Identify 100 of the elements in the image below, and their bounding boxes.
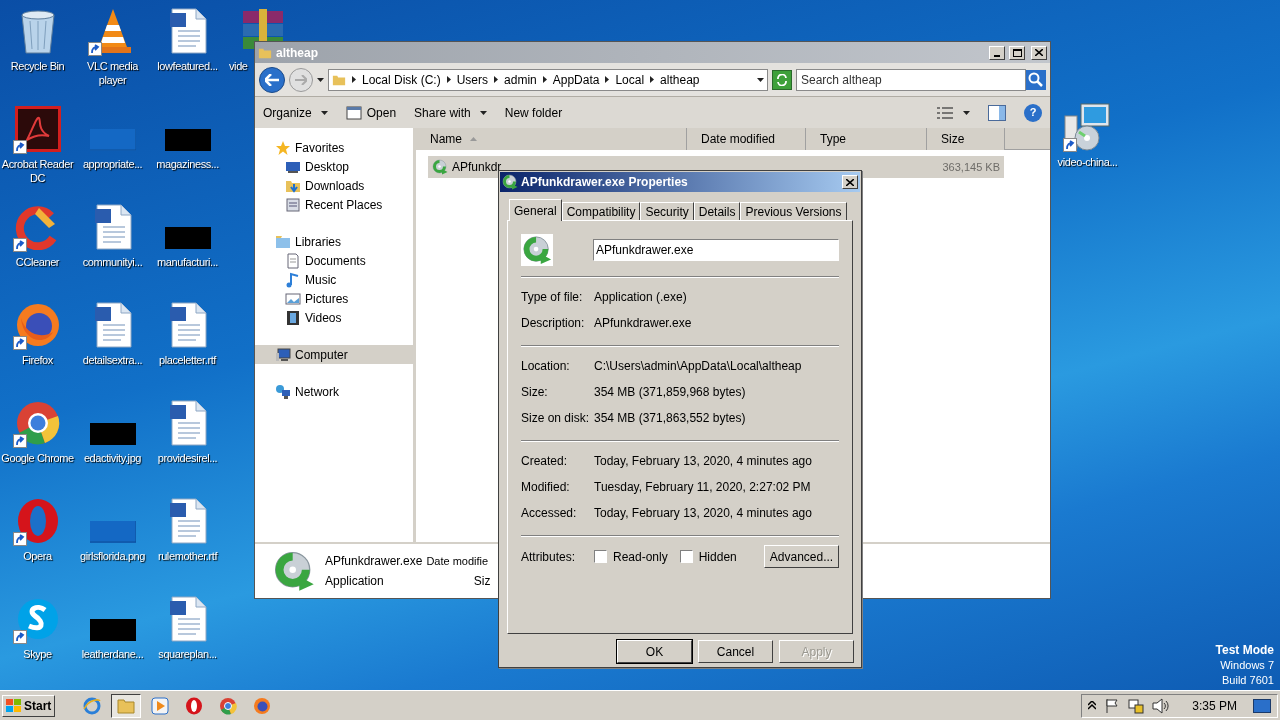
maximize-button[interactable] bbox=[1009, 45, 1025, 60]
document-icon[interactable] bbox=[167, 399, 208, 447]
watermark-text: Test Mode bbox=[1215, 643, 1274, 658]
toolbar-button[interactable]: Open bbox=[345, 103, 397, 122]
media-player-icon[interactable] bbox=[151, 696, 170, 715]
document-icon[interactable] bbox=[167, 7, 208, 55]
desktop-icon-label: appropriate... bbox=[82, 157, 143, 171]
opera-icon[interactable] bbox=[185, 696, 204, 715]
picture-icon bbox=[285, 290, 301, 307]
document-icon[interactable] bbox=[92, 301, 133, 349]
details-label: Date modifie bbox=[426, 554, 489, 569]
chrome-icon[interactable] bbox=[14, 400, 61, 446]
navigation-item[interactable]: Downloads bbox=[255, 176, 413, 195]
column-header[interactable]: Date modified bbox=[687, 128, 806, 150]
installer-icon[interactable] bbox=[1062, 102, 1113, 152]
view-options-button[interactable] bbox=[937, 106, 970, 119]
address-bar[interactable]: Local Disk (C:) Users admin AppData Local altheap bbox=[328, 68, 768, 91]
chevron-up-icon[interactable] bbox=[1088, 701, 1097, 710]
network-icon bbox=[275, 383, 291, 400]
column-header[interactable]: Type bbox=[806, 128, 927, 150]
desktop-icon-label: placeletter.rtf bbox=[159, 353, 216, 367]
navigation-item[interactable]: Pictures bbox=[255, 289, 413, 308]
chevron-icon bbox=[352, 76, 356, 83]
refresh-button[interactable] bbox=[772, 69, 792, 90]
tab[interactable]: Previous Versions bbox=[740, 202, 847, 220]
search-icon[interactable] bbox=[1026, 69, 1046, 90]
breadcrumb-item[interactable]: Local Disk (C:) bbox=[352, 70, 441, 89]
firefox-icon[interactable] bbox=[253, 696, 272, 715]
navigation-item[interactable]: Network bbox=[255, 382, 413, 401]
navigation-item[interactable]: Favorites bbox=[255, 138, 413, 157]
minimize-button[interactable] bbox=[989, 45, 1005, 60]
film-icon bbox=[285, 309, 301, 326]
document-icon[interactable] bbox=[167, 595, 208, 643]
taskbar-button[interactable] bbox=[111, 693, 142, 718]
tab[interactable]: General bbox=[509, 199, 562, 221]
show-desktop-icon[interactable] bbox=[1253, 698, 1271, 713]
navigation-item[interactable]: Documents bbox=[255, 251, 413, 270]
property-label: Modified: bbox=[521, 479, 571, 496]
property-value: Today, February 13, 2020, 4 minutes ago bbox=[594, 505, 812, 522]
star-icon bbox=[275, 139, 291, 156]
navigation-item[interactable]: Music bbox=[255, 270, 413, 289]
back-button[interactable] bbox=[259, 66, 285, 93]
toolbar-button[interactable]: Share with bbox=[414, 103, 487, 122]
disc-icon bbox=[522, 235, 552, 265]
desktop-icon-label: Opera bbox=[23, 549, 52, 563]
watermark-text: Windows 7 bbox=[1220, 658, 1274, 673]
firefox-icon[interactable] bbox=[14, 302, 61, 348]
computer-icon bbox=[275, 346, 291, 363]
close-button[interactable] bbox=[842, 175, 858, 189]
column-header[interactable]: Size bbox=[927, 128, 1005, 150]
browser-e-icon[interactable] bbox=[83, 696, 102, 715]
speaker-icon[interactable] bbox=[1152, 697, 1171, 714]
tab[interactable]: Compatibility bbox=[561, 202, 641, 220]
checkbox[interactable] bbox=[679, 550, 693, 563]
search-field[interactable]: Search altheap bbox=[796, 68, 1026, 91]
watermark-text: Build 7601 bbox=[1222, 673, 1274, 688]
dialog-button[interactable]: Cancel bbox=[698, 640, 773, 663]
tab[interactable]: Security bbox=[640, 202, 694, 220]
tab[interactable]: Details bbox=[693, 202, 741, 220]
breadcrumb-item[interactable]: Users bbox=[446, 70, 489, 89]
flag-icon[interactable] bbox=[1104, 697, 1121, 714]
desktop-icon-label: squareplan... bbox=[158, 647, 217, 661]
property-value: 354 MB (371,859,968 bytes) bbox=[594, 384, 746, 401]
close-button[interactable] bbox=[1031, 45, 1047, 60]
breadcrumb-item[interactable]: admin bbox=[494, 70, 537, 89]
caret-icon bbox=[479, 110, 487, 115]
preview-pane-icon[interactable] bbox=[988, 104, 1006, 121]
document-icon[interactable] bbox=[167, 301, 208, 349]
column-header[interactable]: Name bbox=[416, 128, 687, 150]
filename-field[interactable]: APfunkdrawer.exe bbox=[593, 239, 839, 261]
desktop-icon-label: Google Chrome bbox=[1, 451, 74, 465]
details-label: Siz bbox=[473, 573, 491, 590]
navigation-item[interactable]: Videos bbox=[255, 308, 413, 327]
breadcrumb-item[interactable]: AppData bbox=[542, 70, 600, 89]
navigation-item[interactable]: Recent Places bbox=[255, 195, 413, 214]
dialog-button[interactable]: OK bbox=[617, 640, 692, 663]
maximize-icon bbox=[1012, 48, 1022, 57]
shortcut-arrow-icon bbox=[12, 630, 27, 644]
help-button[interactable]: ? bbox=[1024, 103, 1042, 122]
property-value: Tuesday, February 11, 2020, 2:27:02 PM bbox=[594, 479, 811, 496]
document-icon[interactable] bbox=[92, 203, 133, 251]
navigation-item[interactable]: Desktop bbox=[255, 157, 413, 176]
chrome-icon[interactable] bbox=[219, 696, 238, 715]
document-icon[interactable] bbox=[167, 497, 208, 545]
navigation-item[interactable]: Libraries bbox=[255, 232, 413, 251]
advanced-button[interactable]: Advanced... bbox=[764, 545, 839, 568]
navigation-item[interactable]: Computer bbox=[255, 345, 413, 364]
toolbar-button[interactable]: New folder bbox=[504, 103, 563, 122]
property-value: Today, February 13, 2020, 4 minutes ago bbox=[594, 453, 812, 470]
windows-logo-icon bbox=[6, 698, 22, 713]
toolbar-button[interactable]: Organize bbox=[263, 103, 328, 122]
details-file-type: Application bbox=[325, 573, 384, 590]
breadcrumb-item[interactable]: Local bbox=[605, 70, 645, 89]
start-button[interactable]: Start bbox=[2, 694, 56, 717]
checkbox[interactable] bbox=[594, 550, 607, 563]
breadcrumb-item[interactable]: altheap bbox=[650, 70, 700, 89]
network-icon[interactable] bbox=[1128, 697, 1145, 714]
caret-icon bbox=[320, 110, 328, 115]
pdf-app-icon[interactable] bbox=[14, 106, 61, 152]
list-view-icon bbox=[937, 106, 953, 119]
